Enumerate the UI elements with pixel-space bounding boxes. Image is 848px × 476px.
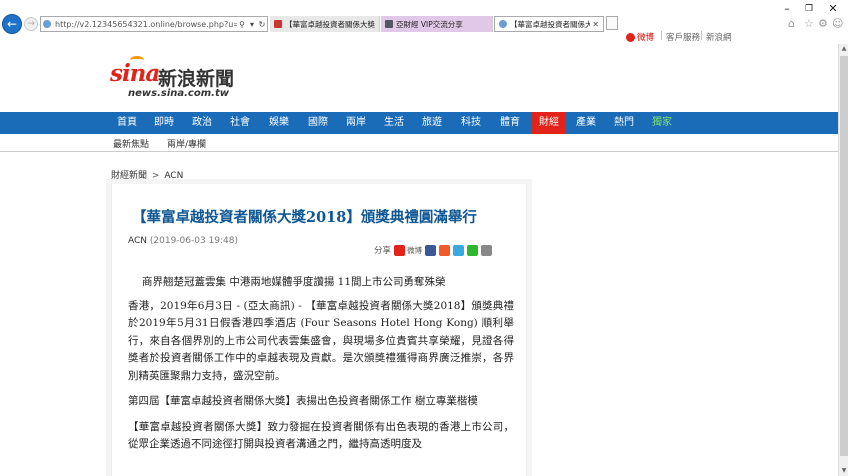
article-body: 商界翹楚冠蓋雲集 中港兩地媒體爭度讚揚 11間上市公司勇奪殊榮 香港，2019年… xyxy=(128,274,514,462)
nav-item[interactable]: 體育 xyxy=(494,112,526,134)
nav-item[interactable]: 熱門 xyxy=(608,112,640,134)
nav-item[interactable]: 財經 xyxy=(532,112,566,134)
article-card: 【華富卓越投資者關係大獎2018】頒獎典禮圓滿舉行 ACN (2019-06-0… xyxy=(111,184,527,476)
tab-label: 亞財經 VIP交流分享 xyxy=(396,19,463,29)
tab-label: 【華富卓越投資者關係大獎20... xyxy=(285,19,375,29)
article-paragraph: 香港，2019年6月3日 - (亞太商訊) - 【華富卓越投資者關係大獎2018… xyxy=(128,299,514,382)
article-meta: ACN (2019-06-03 19:48) xyxy=(128,236,238,246)
breadcrumb-separator: > xyxy=(151,171,160,181)
tab-favicon-icon xyxy=(274,20,282,28)
nav-item[interactable]: 旅遊 xyxy=(416,112,448,134)
share-facebook-icon[interactable] xyxy=(425,244,437,256)
share-plurk-icon[interactable] xyxy=(439,244,451,256)
nav-item[interactable]: 科技 xyxy=(454,112,488,134)
nav-item[interactable]: 產業 xyxy=(570,112,602,134)
separator: | xyxy=(660,31,663,41)
nav-item[interactable]: 娛樂 xyxy=(262,112,296,134)
refresh-icon[interactable]: ↻ xyxy=(257,20,267,29)
main-navigation: 首頁 即時 政治 社會 娛樂 國際 兩岸 生活 旅遊 科技 體育 財經 產業 熱門 獨家 xyxy=(0,112,838,134)
subnav-item[interactable]: 兩岸/專欄 xyxy=(167,137,206,150)
weibo-icon xyxy=(626,32,635,42)
page-scrollbar[interactable]: ▲ ▼ xyxy=(838,44,848,476)
weibo-label: 微博 xyxy=(637,33,655,43)
tab-favicon-icon xyxy=(499,20,507,28)
tab-favicon-icon xyxy=(385,20,393,28)
nav-item[interactable]: 兩岸 xyxy=(340,112,372,134)
breadcrumb-section-link[interactable]: 財經新聞 xyxy=(111,171,147,181)
logo-brand: sina xyxy=(110,60,160,87)
site-logo[interactable]: sina 新浪新聞 news.sina.com.tw xyxy=(110,56,250,100)
share-bar: 分享 微博 xyxy=(374,244,493,256)
breadcrumb: 財經新聞 > ACN xyxy=(111,168,183,181)
nav-item[interactable]: 生活 xyxy=(378,112,410,134)
site-top-bar: 微博 | 客戶服務 | 新浪網 xyxy=(0,29,838,43)
nav-item[interactable]: 政治 xyxy=(186,112,218,134)
nav-item[interactable]: 首頁 xyxy=(111,112,143,134)
share-weibo-label: 微博 xyxy=(407,245,423,255)
separator: | xyxy=(700,31,703,41)
share-line-icon[interactable] xyxy=(467,244,479,256)
article-lead: 商界翹楚冠蓋雲集 中港兩地媒體爭度讚揚 11間上市公司勇奪殊榮 xyxy=(142,276,446,288)
minimize-icon[interactable]: – xyxy=(778,2,796,15)
sina-home-link[interactable]: 新浪網 xyxy=(706,31,732,43)
nav-item[interactable]: 獨家 xyxy=(646,112,678,134)
nav-item[interactable]: 國際 xyxy=(302,112,334,134)
share-weibo-icon[interactable] xyxy=(394,244,406,256)
site-favicon-icon xyxy=(43,20,51,28)
article-title: 【華富卓越投資者關係大獎2018】頒獎典禮圓滿舉行 xyxy=(132,209,477,226)
search-icon[interactable]: ⚲ xyxy=(237,20,247,29)
subnav-item[interactable]: 最新焦點 xyxy=(113,137,149,150)
breadcrumb-current-link[interactable]: ACN xyxy=(164,171,183,181)
scroll-thumb[interactable] xyxy=(840,56,848,456)
share-label: 分享 xyxy=(374,246,392,256)
scroll-down-icon[interactable]: ▼ xyxy=(839,466,848,476)
weibo-link[interactable]: 微博 xyxy=(626,31,654,43)
share-twitter-icon[interactable] xyxy=(453,244,465,256)
nav-item[interactable]: 社會 xyxy=(224,112,256,134)
close-window-icon[interactable]: ✕ xyxy=(824,2,842,15)
sub-navigation: 最新焦點 兩岸/專欄 xyxy=(0,134,838,152)
logo-chinese: 新浪新聞 xyxy=(158,68,235,90)
print-icon[interactable] xyxy=(481,244,493,256)
close-tab-icon[interactable]: ✕ xyxy=(592,20,599,29)
article-source: ACN xyxy=(128,236,148,246)
article-paragraph: 【華富卓越投資者關係大獎】致力發掘在投資者關係有出色表現的香港上市公司，從眾企業… xyxy=(128,420,514,451)
scroll-up-icon[interactable]: ▲ xyxy=(839,44,848,54)
logo-domain: news.sina.com.tw xyxy=(128,88,229,99)
article-subheading: 第四屆【華富卓越投資者關係大獎】表揚出色投資者關係工作 樹立專業楷模 xyxy=(128,395,478,407)
tab-label: 【華富卓越投資者關係大獎... xyxy=(510,19,591,29)
nav-item[interactable]: 即時 xyxy=(148,112,180,134)
new-tab-button[interactable] xyxy=(606,16,618,30)
article-date: (2019-06-03 19:48) xyxy=(149,236,239,246)
customer-service-link[interactable]: 客戶服務 xyxy=(666,31,700,43)
address-url[interactable]: http://v2.12345654321.online/browse.php?… xyxy=(55,20,237,29)
restore-icon[interactable]: ❐ xyxy=(800,4,818,14)
dropdown-icon[interactable]: ▾ xyxy=(247,20,257,29)
